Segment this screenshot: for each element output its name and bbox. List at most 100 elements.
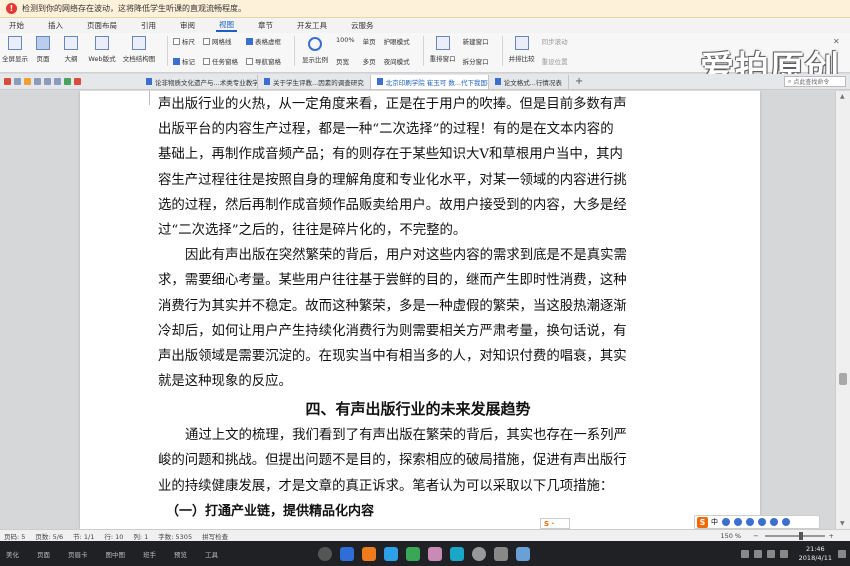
zoom-100-button[interactable]: 100% (336, 36, 355, 44)
tab-references[interactable]: 引用 (138, 20, 159, 31)
zoom-slider[interactable] (764, 531, 825, 540)
tools-icon (782, 518, 790, 526)
split-window-button[interactable]: 拆分窗口 (463, 56, 489, 66)
document-page[interactable]: 声出版行业的火热，从一定角度来看，正是在于用户的吹捧。但是目前多数有声 出版平台… (80, 91, 760, 529)
font-color-icon[interactable] (74, 78, 81, 85)
nav-pane-checkbox[interactable]: 导航窗格 (246, 56, 281, 66)
fullscreen-button[interactable]: 全屏显示 (2, 36, 28, 63)
night-mode-button[interactable]: 夜间模式 (384, 56, 410, 66)
text-line: 声出版领域是需要沉淀的。在现实当中有相当多的人，对知识付费的唱衰，其实 (158, 348, 627, 364)
notification-icon[interactable] (838, 549, 846, 558)
punctuation-icon (722, 518, 730, 526)
vertical-scrollbar[interactable]: ▲ ▼ (835, 91, 850, 529)
browser-icon[interactable] (450, 546, 464, 561)
folder-icon[interactable] (516, 546, 530, 561)
screen: ! 检测到你的网络存在波动，这将降低学生听课的直观流畅程度。 开始 插入 页面布… (0, 0, 850, 566)
doc-structure-button[interactable]: 文档结构图 (122, 36, 156, 63)
wps-writer-icon[interactable] (340, 546, 354, 561)
scroll-thumb[interactable] (839, 373, 847, 385)
tab-view[interactable]: 视图 (216, 19, 237, 32)
text-line: 通过上文的梳理，我们看到了有声出版在繁荣的背后，其实也存在一系列严 (185, 428, 627, 444)
close-icon[interactable]: ✕ (833, 37, 842, 46)
qq-icon[interactable] (384, 546, 398, 561)
doc-icon (376, 78, 383, 85)
multi-page-button[interactable]: 多页 (363, 56, 376, 66)
preview-icon[interactable] (34, 78, 41, 85)
skin-icon (770, 518, 778, 526)
scroll-up-icon[interactable]: ▲ (840, 93, 845, 100)
ruler-checkbox[interactable]: 标尺 (173, 36, 195, 46)
scroll-down-icon[interactable]: ▼ (840, 520, 845, 527)
text-line: 求，需要细心考量。某些用户往往基于尝鲜的目的，继而产生即时性消费，这种 (158, 273, 627, 289)
photos-icon[interactable] (428, 546, 442, 561)
doctab-3[interactable]: 北京印刷学院 崔玉可 数...代下我国有声出版行业研究✕ (370, 74, 489, 89)
app-menu-icon[interactable] (4, 78, 11, 85)
wps-spreadsheet-icon[interactable] (406, 546, 420, 561)
tab-chapter[interactable]: 章节 (255, 20, 276, 31)
media-icon[interactable] (472, 546, 486, 561)
tab-page-layout[interactable]: 页面布局 (84, 20, 120, 31)
zoom-out-icon[interactable]: − (753, 532, 758, 540)
doc-icon (494, 78, 501, 85)
sync-scroll-button[interactable]: 同步滚动 (542, 36, 568, 46)
wps-presentation-icon[interactable] (362, 546, 376, 561)
zoom-in-icon[interactable]: + (829, 532, 834, 540)
tab-review[interactable]: 审阅 (177, 20, 198, 31)
search-icon: ⌕ (788, 77, 792, 85)
undo-icon[interactable] (44, 78, 51, 85)
sogou-mini-icon[interactable]: S · (540, 518, 570, 529)
page-view-button[interactable]: 页面 (32, 36, 54, 63)
command-search-input[interactable]: ⌕ 点此查找命令 (784, 76, 846, 87)
eye-group: 护眼模式 夜间模式 (384, 36, 410, 66)
zoom-button[interactable]: 显示比例 (300, 36, 330, 64)
user-icon[interactable] (740, 549, 749, 558)
chinese-mode-icon: 中 (711, 518, 718, 526)
mark-checkbox[interactable]: 标记 (173, 56, 195, 66)
power-icon[interactable] (318, 546, 332, 561)
text-line: 容生产过程往往是按照自身的理解角度和专业化水平，对某一领域的内容进行挑 (158, 172, 627, 188)
tab-cloud[interactable]: 云服务 (348, 20, 377, 31)
doctab-2[interactable]: 关于学生评教...因素的调查研究 (258, 74, 371, 89)
text-line: 业的持续健康发展，才是文章的真正诉求。笔者认为可以采取以下几项措施： (158, 478, 614, 494)
tab-developer[interactable]: 开发工具 (294, 20, 330, 31)
side-by-side-button[interactable]: 并排比较 (508, 36, 536, 63)
single-page-button[interactable]: 单页 (363, 36, 376, 46)
status-words[interactable]: 字数: 5305 (158, 531, 192, 541)
doctab-4[interactable]: 论文格式...行情况表 (489, 74, 569, 89)
explorer-icon[interactable] (494, 546, 508, 561)
tab-insert[interactable]: 插入 (45, 20, 66, 31)
volume-icon[interactable] (779, 549, 788, 558)
checks-group-1: 标尺 标记 (173, 36, 195, 66)
outline-view-button[interactable]: 大纲 (60, 36, 82, 63)
ime-toolbar[interactable]: S 中 (694, 515, 820, 529)
new-window-button[interactable]: 新建窗口 (463, 36, 489, 46)
text-line: 消费行为其实并不稳定。故而这种繁荣，多是一种虚假的繁荣，当这股热潮逐渐 (158, 298, 627, 314)
web-layout-icon (95, 36, 109, 50)
wps-icon[interactable] (64, 78, 71, 85)
eye-protect-button[interactable]: 护眼模式 (384, 36, 410, 46)
clock[interactable]: 21:46 2018/4/11 (799, 545, 832, 563)
table-frame-checkbox[interactable]: 表格虚框 (246, 36, 281, 46)
arrange-window-button[interactable]: 重排窗口 (429, 36, 457, 63)
gridline-checkbox[interactable]: 网格线 (203, 36, 238, 46)
network-icon[interactable] (766, 549, 775, 558)
system-tray: 21:46 2018/4/11 (740, 545, 846, 563)
zoom-knob[interactable] (798, 531, 803, 540)
page-width-button[interactable]: 页宽 (336, 56, 355, 66)
doctab-1[interactable]: 论非物质文化遗产与...术类专业教学的融合 (140, 74, 258, 89)
cloud-icon[interactable] (753, 549, 762, 558)
status-spell[interactable]: 拼写检查 (202, 531, 228, 541)
document-body: 声出版行业的火热，从一定角度来看，正是在于用户的吹捧。但是目前多数有声 出版平台… (158, 92, 678, 524)
save-icon[interactable] (14, 78, 21, 85)
redo-icon[interactable] (54, 78, 61, 85)
new-tab-icon[interactable]: + (575, 76, 583, 87)
ribbon-toolbar: 全屏显示 页面 大纲 Web版式 文档结构图 标尺 标记 网格线 任务窗格 表格… (0, 33, 850, 89)
task-pane-checkbox[interactable]: 任务窗格 (203, 56, 238, 66)
reset-position-button[interactable]: 重设位置 (542, 56, 568, 66)
print-icon[interactable] (24, 78, 31, 85)
taskbar-apps (318, 546, 538, 561)
web-layout-button[interactable]: Web版式 (88, 36, 116, 63)
text-line: 声出版行业的火热，从一定角度来看，正是在于用户的吹捧。但是目前多数有声 (158, 97, 627, 112)
tab-start[interactable]: 开始 (6, 20, 27, 31)
warning-icon: ! (6, 3, 17, 14)
